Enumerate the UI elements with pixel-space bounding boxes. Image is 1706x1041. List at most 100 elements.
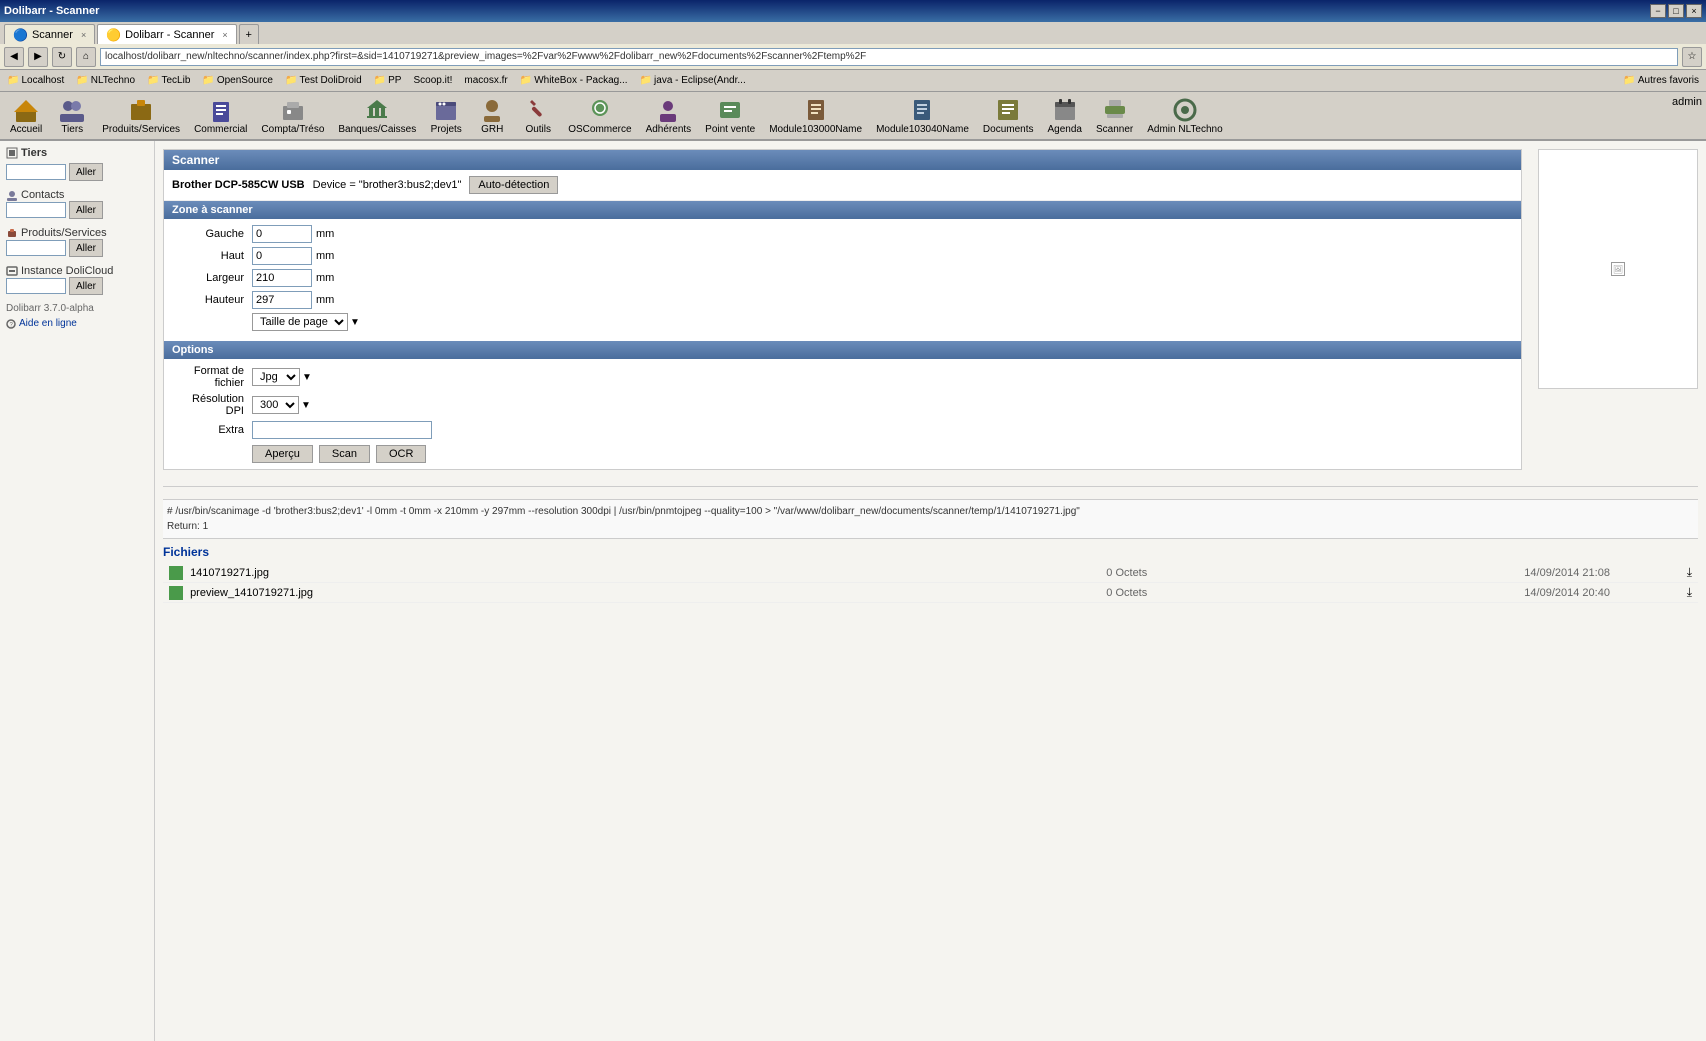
address-bar[interactable]: localhost/dolibarr_new/nltechno/scanner/… [100,48,1678,66]
toolbar-pointvente[interactable]: Point vente [699,94,761,137]
tiers-aller-btn[interactable]: Aller [69,163,103,181]
scan-btn[interactable]: Scan [319,445,370,463]
sidebar-tiers-section: Tiers Aller [6,147,148,181]
gauche-input[interactable] [252,225,312,243]
admin-label: admin [1672,94,1702,108]
format-label: Format de fichier [172,365,252,389]
bookmark-autres[interactable]: 📁 Autres favoris [1620,74,1702,87]
toolbar-produits[interactable]: Produits/Services [96,94,186,137]
bookmark-nltechno[interactable]: 📁 NLTechno [73,74,138,87]
bookmark-teclib[interactable]: 📁 TecLib [144,74,193,87]
bookmark-macosx[interactable]: macosx.fr [461,74,510,87]
hauteur-unit: mm [316,294,334,306]
files-table: 1410719271.jpg 0 Octets 14/09/2014 21:08… [163,563,1698,603]
toolbar-scanner[interactable]: Scanner [1090,94,1139,137]
dpi-row: Résolution DPI 75 150 300 600 ▼ [172,393,1513,417]
toolbar-agenda[interactable]: Agenda [1041,94,1087,137]
scanner-header: Scanner [164,150,1521,170]
largeur-row: Largeur mm [172,269,1513,287]
contacts-aller-btn[interactable]: Aller [69,201,103,219]
toolbar-admin[interactable]: Admin NLTechno [1141,94,1228,137]
contacts-search-input[interactable] [6,202,66,218]
tab-bar: 🔵 Scanner × 🟡 Dolibarr - Scanner × + [0,22,1706,44]
zone-header: Zone à scanner [164,201,1521,219]
back-btn[interactable]: ◀ [4,47,24,67]
page-size-arrow: ▼ [350,317,360,328]
tab-close-icon[interactable]: × [81,30,86,40]
bookmark-testdolidroid[interactable]: 📁 Test DoliDroid [282,74,365,87]
options-header: Options [164,341,1521,359]
page-size-select[interactable]: Taille de page [252,313,348,331]
file-1-name[interactable]: 1410719271.jpg [163,563,902,583]
extra-input[interactable] [252,421,432,439]
tiers-search-input[interactable] [6,164,66,180]
toolbar-module103040[interactable]: Module103040Name [870,94,975,137]
device-name: Brother DCP-585CW USB [172,179,305,191]
dpi-label: Résolution DPI [172,393,252,417]
new-tab-btn[interactable]: + [239,24,259,44]
close-btn[interactable]: × [1686,4,1702,18]
toolbar-module103000[interactable]: Module103000Name [763,94,868,137]
tab-scanner[interactable]: 🔵 Scanner × [4,24,95,44]
dpi-arrow: ▼ [301,400,311,411]
sidebar-produits-label: Produits/Services [6,227,148,239]
toolbar-outils[interactable]: Outils [516,94,560,137]
scanner-section: Scanner Brother DCP-585CW USB Device = "… [163,149,1522,470]
instance-aller-btn[interactable]: Aller [69,277,103,295]
format-select[interactable]: Jpg Png Pdf Tiff [252,368,300,386]
forward-btn[interactable]: ▶ [28,47,48,67]
tab-close-active-icon[interactable]: × [222,30,227,40]
bookmark-java[interactable]: 📁 java - Eclipse(Andr... [637,74,749,87]
file-1-actions[interactable]: ⤓ [1616,563,1698,583]
dpi-select[interactable]: 75 150 300 600 [252,396,299,414]
action-buttons: Aperçu Scan OCR [172,445,1513,463]
bookmark-pp[interactable]: 📁 PP [371,74,405,87]
reload-btn[interactable]: ↻ [52,47,72,67]
scanner-panel: Scanner Brother DCP-585CW USB Device = "… [163,149,1522,478]
apercu-btn[interactable]: Aperçu [252,445,313,463]
haut-label: Haut [172,250,252,262]
format-row: Format de fichier Jpg Png Pdf Tiff ▼ [172,365,1513,389]
bookmark-localhost[interactable]: 📁 Localhost [4,74,67,87]
sidebar-produits-row: Aller [6,239,148,257]
file-2-name[interactable]: preview_1410719271.jpg [163,583,902,603]
file-2-actions[interactable]: ⤓ [1616,583,1698,603]
toolbar-oscommerce[interactable]: OSCommerce [562,94,637,137]
toolbar-compta[interactable]: Compta/Tréso [255,94,330,137]
largeur-input[interactable] [252,269,312,287]
ocr-btn[interactable]: OCR [376,445,426,463]
maximize-btn[interactable]: □ [1668,4,1684,18]
aide-link[interactable]: ? Aide en ligne [6,318,148,329]
auto-detect-btn[interactable]: Auto-détection [469,176,558,194]
haut-input[interactable] [252,247,312,265]
sidebar-contacts-row: Aller [6,201,148,219]
largeur-label: Largeur [172,272,252,284]
produits-aller-btn[interactable]: Aller [69,239,103,257]
toolbar-banques[interactable]: Banques/Caisses [332,94,422,137]
home-btn[interactable]: ⌂ [76,47,96,67]
format-arrow: ▼ [302,372,312,383]
bookmark-whitebox[interactable]: 📁 WhiteBox - Packag... [517,74,631,87]
toolbar-projets[interactable]: Projets [424,94,468,137]
file-2-download-icon[interactable]: ⤓ [1687,585,1692,599]
produits-search-input[interactable] [6,240,66,256]
toolbar-commercial[interactable]: Commercial [188,94,253,137]
sidebar-tiers-row: Aller [6,163,148,181]
sidebar-contacts-section: Contacts Aller [6,189,148,219]
bookmark-scoopit[interactable]: Scoop.it! [410,74,455,87]
bookmark-opensource[interactable]: 📁 OpenSource [199,74,276,87]
toolbar-documents[interactable]: Documents [977,94,1040,137]
search-star-icon[interactable]: ☆ [1682,47,1702,67]
top-section: Scanner Brother DCP-585CW USB Device = "… [163,149,1698,478]
toolbar-accueil[interactable]: Accueil [4,94,48,137]
toolbar-tiers[interactable]: Tiers [50,94,94,137]
tab-dolibarr-scanner[interactable]: 🟡 Dolibarr - Scanner × [97,24,236,44]
instance-search-input[interactable] [6,278,66,294]
file-2-icon [169,586,183,600]
toolbar-adherents[interactable]: Adhérents [640,94,698,137]
file-1-download-icon[interactable]: ⤓ [1687,565,1692,579]
window-controls[interactable]: − □ × [1650,4,1702,18]
minimize-btn[interactable]: − [1650,4,1666,18]
hauteur-input[interactable] [252,291,312,309]
toolbar-grh[interactable]: GRH [470,94,514,137]
